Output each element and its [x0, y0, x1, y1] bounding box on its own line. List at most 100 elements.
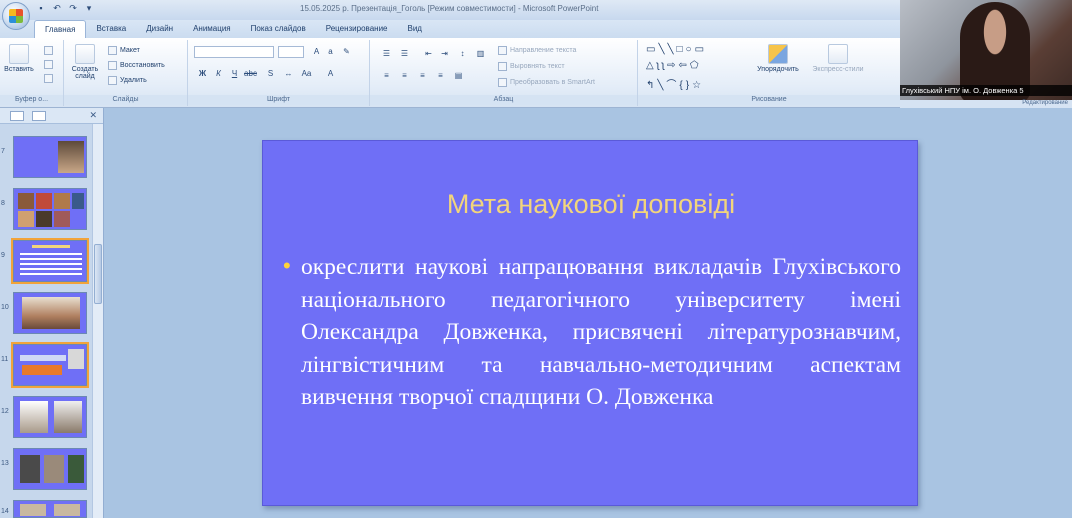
drawing-group: ▭╲╲□○▭ △ʅʅ⇨⇦⬠ ↰╲⌒{}☆ Упорядочить Экспрес… [638, 40, 900, 106]
line-spacing-icon[interactable]: ↕ [456, 48, 469, 60]
column-layout-icon[interactable]: ▤ [452, 70, 465, 82]
font-name-combo[interactable] [194, 46, 274, 58]
align-center-icon[interactable]: ≡ [398, 70, 411, 82]
smartart-icon [498, 78, 507, 87]
arrange-button[interactable]: Упорядочить [756, 44, 800, 86]
arrange-icon [768, 44, 788, 64]
text-direction-button[interactable]: Направление текста [498, 46, 576, 55]
shapes-gallery-row2[interactable]: △ʅʅ⇨⇦⬠ [646, 60, 702, 71]
shapes-gallery[interactable]: ▭╲╲□○▭ [646, 44, 707, 55]
tab-view[interactable]: Вид [398, 20, 432, 38]
shapes-gallery-row3[interactable]: ↰╲⌒{}☆ [646, 76, 704, 91]
smartart-button[interactable]: Преобразовать в SmartArt [498, 78, 595, 87]
delete-slide-button[interactable]: Удалить [108, 76, 147, 85]
slides-group-label: Слайды [64, 95, 187, 105]
pane-tabs: ✕ [0, 108, 103, 124]
thumbnail-number: 13 [1, 460, 9, 467]
tab-animation[interactable]: Анимация [183, 20, 241, 38]
align-text-button[interactable]: Выровнять текст [498, 62, 565, 71]
slide-thumbnail-14[interactable] [13, 500, 87, 518]
text-direction-icon [498, 46, 507, 55]
cut-icon [44, 46, 53, 55]
tab-review[interactable]: Рецензирование [316, 20, 398, 38]
slide-thumbnail-9[interactable] [11, 238, 89, 284]
undo-icon[interactable]: ↶ [52, 3, 62, 13]
shadow-icon[interactable]: S [264, 68, 277, 80]
customize-toolbar-icon[interactable]: ▾ [84, 3, 94, 13]
format-painter-button[interactable] [44, 74, 53, 83]
align-left-icon[interactable]: ≡ [380, 70, 393, 82]
align-right-icon[interactable]: ≡ [416, 70, 429, 82]
drawing-group-label: Рисование [638, 95, 900, 105]
webcam-overlay: Глухівський НПУ ім. О. Довженка 5 [900, 0, 1072, 100]
tab-slideshow[interactable]: Показ слайдов [241, 20, 316, 38]
shrink-font-icon[interactable]: a [324, 46, 337, 58]
brush-icon [44, 74, 53, 83]
tab-home[interactable]: Главная [34, 20, 87, 38]
new-slide-icon [75, 44, 95, 64]
close-pane-icon[interactable]: ✕ [89, 110, 97, 121]
slide-thumbnail-7[interactable] [13, 136, 87, 178]
grow-font-icon[interactable]: A [310, 46, 323, 58]
redo-icon[interactable]: ↷ [68, 3, 78, 13]
font-group: A a ✎ Ж К Ч abc S ↔ Aa A Шрифт [188, 40, 370, 106]
spacing-icon[interactable]: ↔ [282, 68, 295, 80]
clear-format-icon[interactable]: ✎ [340, 46, 353, 58]
thumbnail-number: 14 [1, 508, 9, 515]
quick-access-toolbar: ▪ ↶ ↷ ▾ [36, 3, 94, 13]
slide-thumbnail-8[interactable] [13, 188, 87, 230]
increase-indent-icon[interactable]: ⇥ [438, 48, 451, 60]
tab-design[interactable]: Дизайн [136, 20, 183, 38]
thumbnail-number: 10 [1, 304, 9, 311]
quick-styles-icon [828, 44, 848, 64]
copy-button[interactable] [44, 60, 53, 69]
change-case-icon[interactable]: Aa [300, 68, 313, 80]
bold-icon[interactable]: Ж [196, 68, 209, 80]
reset-button[interactable]: Восстановить [108, 61, 165, 70]
font-group-label: Шрифт [188, 95, 369, 105]
ribbon: Вставить Буфер о... Создать слайд Макет … [0, 38, 900, 108]
slide-thumbnail-13[interactable] [13, 448, 87, 490]
font-color-icon[interactable]: A [324, 68, 337, 80]
copy-icon [44, 60, 53, 69]
cut-button[interactable] [44, 46, 53, 55]
slides-tab-icon[interactable] [10, 110, 24, 121]
slide-canvas[interactable]: Мета наукової доповіді • окреслити науко… [262, 140, 918, 506]
thumbnail-number: 9 [1, 252, 5, 259]
paragraph-group-label: Абзац [370, 95, 637, 105]
webcam-participant-label: Глухівський НПУ ім. О. Довженка 5 [900, 85, 1072, 96]
strikethrough-icon[interactable]: abc [244, 68, 257, 80]
clipboard-group: Вставить Буфер о... [0, 40, 64, 106]
justify-icon[interactable]: ≡ [434, 70, 447, 82]
quick-styles-button[interactable]: Экспресс-стили [810, 44, 866, 86]
italic-icon[interactable]: К [212, 68, 225, 80]
reset-icon [108, 61, 117, 70]
layout-button[interactable]: Макет [108, 46, 140, 55]
paste-icon [9, 44, 29, 64]
slide-body-text[interactable]: окреслити наукові напрацювання викладачі… [301, 251, 901, 414]
scrollbar-handle[interactable] [94, 244, 102, 304]
columns-icon[interactable]: ▥ [474, 48, 487, 60]
slide-title[interactable]: Мета наукової доповіді [263, 189, 919, 220]
thumbnail-number: 12 [1, 408, 9, 415]
new-slide-button[interactable]: Создать слайд [68, 44, 102, 86]
decrease-indent-icon[interactable]: ⇤ [422, 48, 435, 60]
slide-thumbnail-11[interactable] [11, 342, 89, 388]
window-title: 15.05.2025 р. Презентація_Гоголь [Режим … [300, 4, 599, 13]
numbering-icon[interactable]: ☰ [398, 48, 411, 60]
bullet-marker: • [283, 253, 291, 278]
save-icon[interactable]: ▪ [36, 3, 46, 13]
font-size-combo[interactable] [278, 46, 304, 58]
tab-insert[interactable]: Вставка [86, 20, 136, 38]
underline-icon[interactable]: Ч [228, 68, 241, 80]
slide-thumbnail-10[interactable] [13, 292, 87, 334]
thumbnail-list: 7 8 9 10 11 12 13 14 [0, 124, 92, 518]
office-button[interactable] [2, 2, 30, 30]
bullets-icon[interactable]: ☰ [380, 48, 393, 60]
outline-tab-icon[interactable] [32, 110, 46, 121]
align-text-icon [498, 62, 507, 71]
slide-thumbnail-12[interactable] [13, 396, 87, 438]
thumbnail-scrollbar[interactable] [92, 124, 103, 518]
paste-button[interactable]: Вставить [2, 44, 36, 86]
delete-icon [108, 76, 117, 85]
